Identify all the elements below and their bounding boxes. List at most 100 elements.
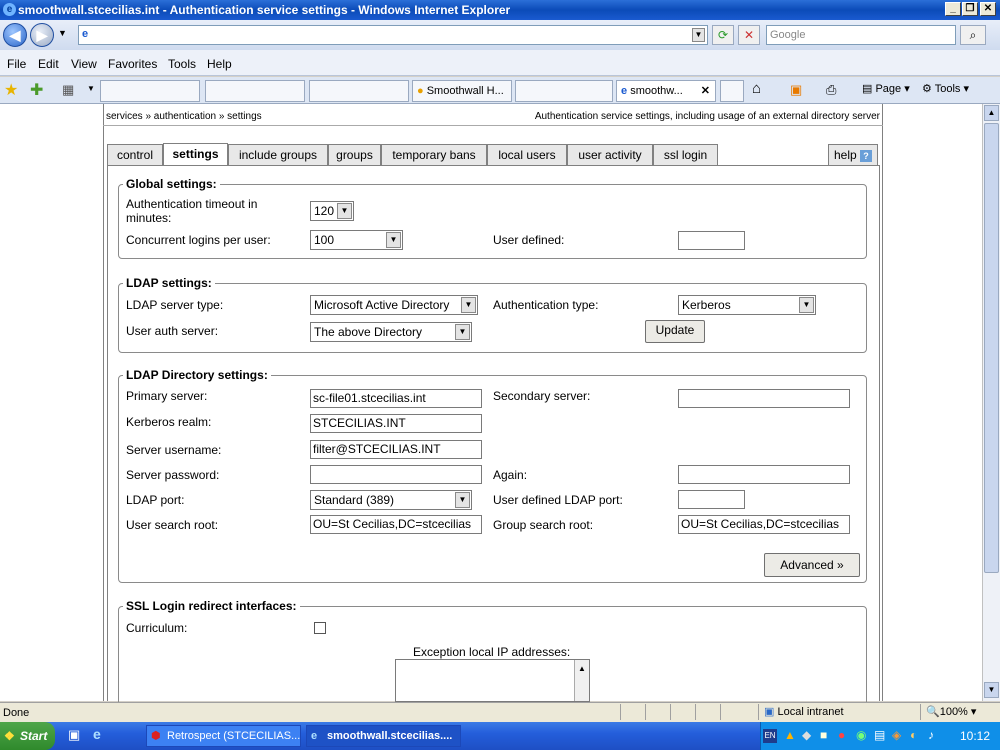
ldap-port-select[interactable]: Standard (389) ▼ [310,490,472,510]
tools-menu[interactable]: ⚙ Tools ▾ [922,82,969,95]
user-auth-server-select[interactable]: The above Directory ▼ [310,322,472,342]
search-button[interactable]: ⌕ [960,25,986,45]
language-indicator[interactable]: EN [763,729,777,743]
password-again-input[interactable] [678,465,850,484]
tray-icon-2[interactable]: ◆ [802,728,811,742]
timeout-select[interactable]: 120 ▼ [310,201,354,221]
stop-button[interactable]: ✕ [738,25,760,45]
chevron-down-icon: ▼ [461,297,476,313]
scroll-up-icon[interactable]: ▲ [984,105,999,121]
forward-button[interactable]: ▶ [30,23,54,47]
tab-include-groups[interactable]: include groups [228,144,328,165]
quick-tabs-icon[interactable]: ▦ [62,82,74,98]
secondary-server-input[interactable] [678,389,850,408]
server-username-input[interactable]: filter@STCECILIAS.INT [310,440,482,459]
vertical-scrollbar[interactable]: ▲ ▼ [982,104,1000,701]
server-password-input[interactable] [310,465,482,484]
restore-button[interactable]: ❐ [962,2,978,16]
refresh-button[interactable]: ⟳ [712,25,734,45]
tray-icon-4[interactable]: ● [838,728,845,742]
user-defined-port-input[interactable] [678,490,745,509]
concurrent-select[interactable]: 100 ▼ [310,230,403,250]
print-icon[interactable]: ⎙ [826,82,836,98]
history-dropdown-icon[interactable]: ▼ [58,28,67,38]
browser-tab-blank-4[interactable] [515,80,613,102]
tray-icon-6[interactable]: ◈ [892,728,901,742]
tab-settings[interactable]: settings [163,143,228,166]
new-tab-button[interactable] [720,80,744,102]
tray-icon-1[interactable]: ▲ [784,728,796,742]
browser-tab-blank-3[interactable] [309,80,409,102]
menu-help[interactable]: Help [207,57,232,71]
tab-list-icon[interactable]: ▼ [87,84,95,93]
scroll-up-icon[interactable]: ▲ [575,660,589,677]
textarea-scrollbar[interactable]: ▲ [574,660,589,701]
browser-tab-blank-2[interactable] [205,80,305,102]
menu-edit[interactable]: Edit [38,57,59,71]
browser-tab-smoothwall-active[interactable]: e smoothw... ✕ [616,80,716,102]
primary-server-input[interactable]: sc-file01.stcecilias.int [310,389,482,408]
user-defined-input[interactable] [678,231,745,250]
user-search-root-input[interactable]: OU=St Cecilias,DC=stcecilias [310,515,482,534]
home-icon[interactable]: ⌂ [752,80,761,97]
ie-icon: e [3,3,16,16]
feeds-icon[interactable]: ▣ [790,82,802,98]
desktop-icon[interactable]: ▣ [68,727,80,743]
browser-tab-blank-1[interactable] [100,80,200,102]
help-button[interactable]: help ? [828,144,878,165]
minimize-button[interactable]: _ [945,2,961,16]
tray-icon-5[interactable]: ◉ [856,728,866,742]
scroll-thumb[interactable] [984,123,999,573]
page-menu[interactable]: ▤ Page ▾ [862,82,910,95]
tab-control[interactable]: control [107,144,163,165]
zoom-control[interactable]: 🔍100% ▾ [926,705,976,718]
search-input[interactable]: Google [766,25,956,45]
address-dropdown-icon[interactable]: ▼ [692,28,705,42]
kerberos-realm-label: Kerberos realm: [126,415,212,429]
exception-ip-label: Exception local IP addresses: [413,645,571,659]
menu-favorites[interactable]: Favorites [108,57,157,71]
close-tab-icon[interactable]: ✕ [701,81,710,101]
browser-tab-smoothwall-home[interactable]: ● Smoothwall H... [412,80,512,102]
close-window-button[interactable]: ✕ [980,2,996,16]
ldap-port-label: LDAP port: [126,493,185,507]
tab-groups[interactable]: groups [328,144,381,165]
zone-indicator[interactable]: ▣ Local intranet [764,705,844,718]
help-label: help [833,148,857,162]
status-divider [620,704,621,720]
scroll-down-icon[interactable]: ▼ [984,682,999,698]
menu-view[interactable]: View [71,57,97,71]
chevron-down-icon: ▼ [799,297,814,313]
ie-quicklaunch-icon[interactable]: e [93,726,101,742]
menu-file[interactable]: File [7,57,26,71]
chevron-down-icon: ▼ [455,324,470,340]
favorites-star-icon[interactable]: ★ [4,80,18,100]
network-icon[interactable]: ▤ [874,728,885,742]
tab-ie-icon: e [621,85,628,97]
tab-user-activity[interactable]: user activity [567,144,653,165]
taskbar-retrospect[interactable]: ⬢ Retrospect (STCECILIAS... [146,725,301,747]
status-divider [695,704,696,720]
tab-temporary-bans[interactable]: temporary bans [381,144,487,165]
status-divider [920,704,921,720]
tab-local-users[interactable]: local users [487,144,567,165]
exception-ip-textarea[interactable]: ▲ [395,659,590,702]
address-bar[interactable]: e ▼ [78,25,708,45]
tray-icon-3[interactable]: ■ [820,728,827,742]
tray-icon-7[interactable]: ◐ [910,728,917,742]
auth-type-select[interactable]: Kerberos ▼ [678,295,816,315]
group-search-root-input[interactable]: OU=St Cecilias,DC=stcecilias [678,515,850,534]
volume-icon[interactable]: ♪ [928,728,934,742]
ldap-server-type-select[interactable]: Microsoft Active Directory ▼ [310,295,478,315]
curriculum-checkbox[interactable] [314,622,326,634]
advanced-button[interactable]: Advanced » [764,553,860,577]
taskbar-smoothwall[interactable]: e smoothwall.stcecilias.... [306,725,461,747]
update-button[interactable]: Update [645,320,705,343]
tab-ssl-login[interactable]: ssl login [653,144,718,165]
kerberos-realm-input[interactable]: STCECILIAS.INT [310,414,482,433]
back-button[interactable]: ◀ [3,23,27,47]
add-favorite-icon[interactable]: ✚ [30,80,43,100]
start-button[interactable]: ❖ Start [0,722,55,750]
windows-logo-icon: ❖ [4,729,15,743]
menu-tools[interactable]: Tools [168,57,196,71]
